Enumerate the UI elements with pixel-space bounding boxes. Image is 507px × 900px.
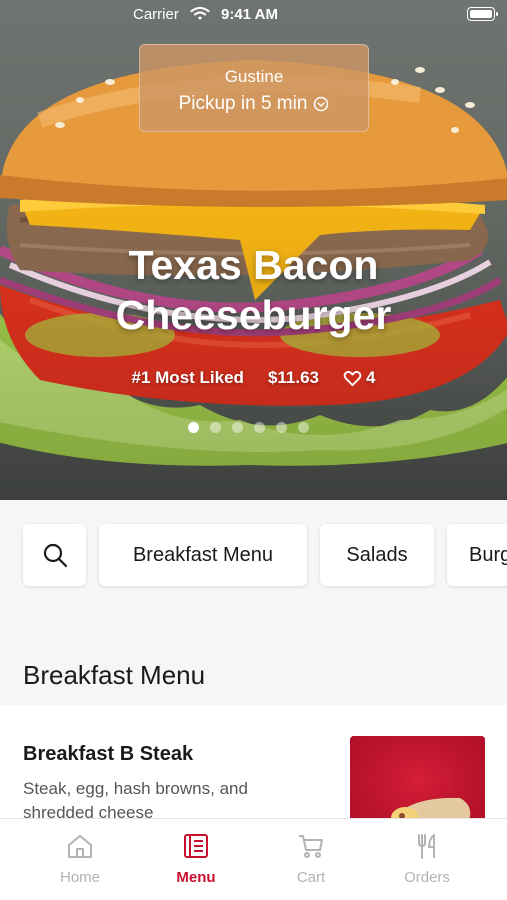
search-button[interactable] bbox=[23, 524, 86, 586]
cart-icon bbox=[299, 835, 323, 858]
carousel-dot[interactable] bbox=[210, 422, 221, 433]
carousel-dot[interactable] bbox=[276, 422, 287, 433]
tab-cart-label: Cart bbox=[296, 869, 326, 886]
tab-bar: Home Menu Cart Orders bbox=[0, 818, 507, 900]
clock: 9:41 AM bbox=[221, 6, 278, 23]
pickup-eta: Pickup in 5 min bbox=[178, 93, 308, 114]
carousel-dot[interactable] bbox=[188, 422, 199, 433]
tab-menu-label: Menu bbox=[176, 869, 216, 886]
search-icon bbox=[43, 543, 67, 568]
chevron-circle-icon bbox=[314, 96, 329, 112]
store-name: Gustine bbox=[224, 67, 284, 86]
hero-tag: #1 Most Liked bbox=[131, 368, 244, 387]
carousel-dot[interactable] bbox=[298, 422, 309, 433]
hero-title-line2: Cheeseburger bbox=[115, 292, 392, 338]
fork-knife-icon bbox=[418, 834, 435, 859]
menu-icon bbox=[184, 834, 208, 858]
tab-menu[interactable]: Menu bbox=[146, 831, 246, 886]
tab-orders[interactable]: Orders bbox=[377, 831, 477, 886]
category-breakfast-menu[interactable]: Breakfast Menu bbox=[99, 524, 307, 586]
category-bar: Breakfast Menu Salads Burg bbox=[0, 500, 507, 610]
hero-banner[interactable]: Carrier 9:41 AM Gustine Pickup in 5 min … bbox=[0, 0, 507, 500]
pickup-selector[interactable]: Gustine Pickup in 5 min bbox=[139, 44, 369, 132]
battery-icon bbox=[467, 7, 498, 21]
tab-cart[interactable]: Cart bbox=[261, 831, 361, 886]
heart-icon bbox=[343, 370, 362, 386]
carousel-dot[interactable] bbox=[254, 422, 265, 433]
wifi-icon bbox=[190, 6, 210, 20]
hero-title-line1: Texas Bacon bbox=[128, 242, 379, 288]
carousel-dot[interactable] bbox=[232, 422, 243, 433]
section-title: Breakfast Menu bbox=[23, 660, 206, 690]
category-salads[interactable]: Salads bbox=[320, 524, 434, 586]
hero-price: $11.63 bbox=[267, 368, 319, 387]
home-icon bbox=[68, 835, 92, 858]
likes-count: 4 bbox=[366, 368, 376, 387]
tab-orders-label: Orders bbox=[404, 869, 450, 886]
menu-item-name: Breakfast B Steak bbox=[23, 743, 194, 765]
likes-button[interactable]: 4 bbox=[343, 368, 375, 388]
status-bar: Carrier 9:41 AM bbox=[0, 0, 507, 30]
tab-home[interactable]: Home bbox=[30, 831, 130, 886]
hero-meta: #1 Most Liked $11.63 4 bbox=[0, 368, 507, 388]
carrier-label: Carrier bbox=[133, 6, 179, 23]
tab-home-label: Home bbox=[59, 869, 100, 886]
carousel-dots[interactable] bbox=[188, 422, 309, 433]
hero-title: Texas Bacon Cheeseburger bbox=[0, 240, 507, 340]
category-burgers[interactable]: Burg bbox=[447, 524, 507, 586]
